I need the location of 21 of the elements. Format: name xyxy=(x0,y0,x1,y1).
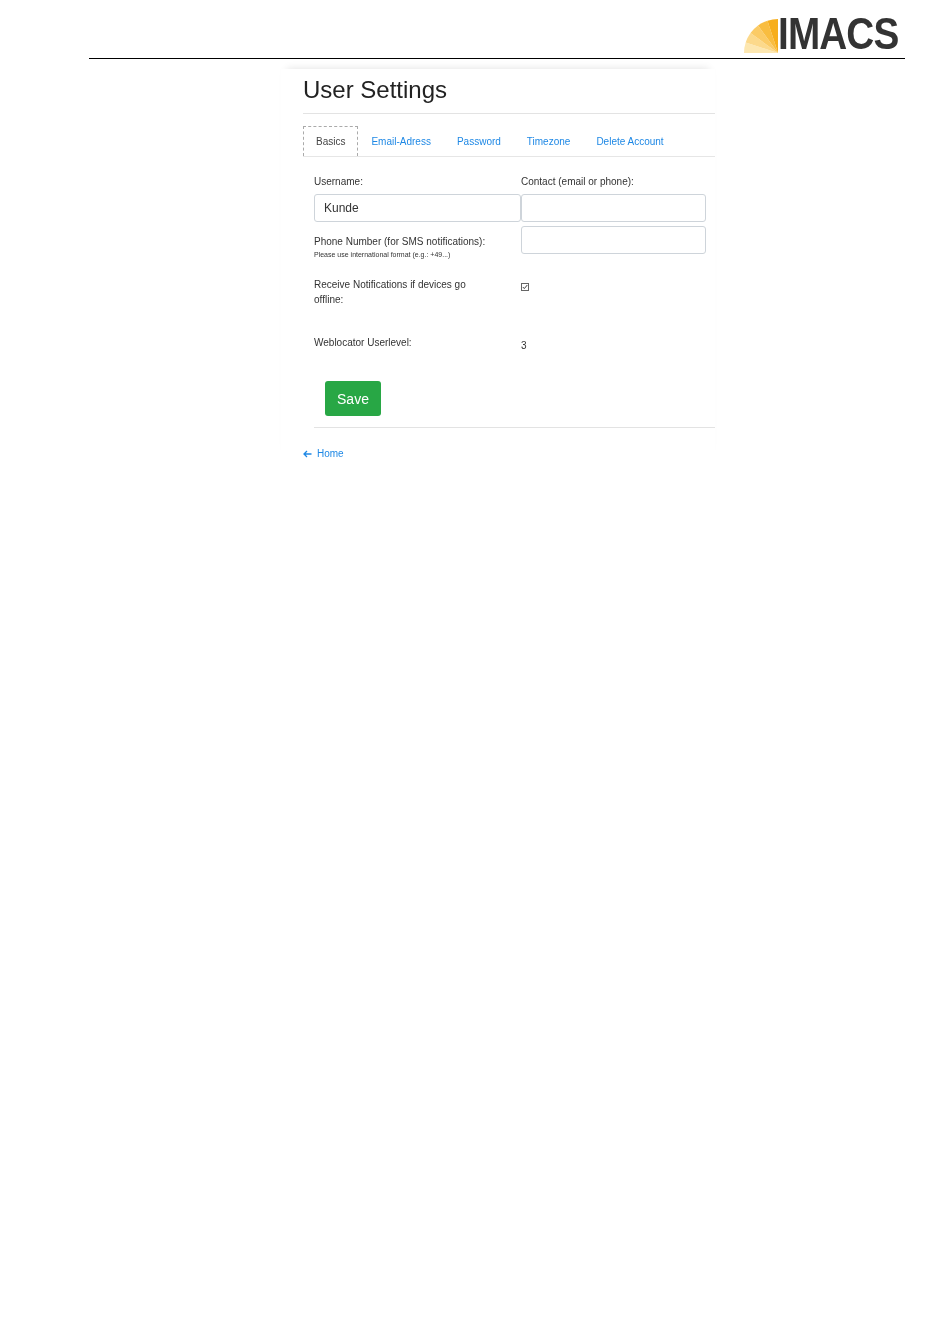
logo-text: IMACS xyxy=(778,15,899,53)
tab[interactable]: Timezone xyxy=(513,126,584,156)
userlevel-value: 3 xyxy=(521,340,527,351)
field-label: Weblocator Userlevel: xyxy=(314,336,413,350)
tab[interactable]: Basics xyxy=(303,126,359,156)
page-title: User Settings xyxy=(303,75,449,105)
checkbox[interactable] xyxy=(521,283,529,291)
tab[interactable]: Delete Account xyxy=(583,126,677,156)
field-label: Contact (email or phone): xyxy=(521,175,635,189)
field-label: Phone Number (for SMS notifications): xyxy=(314,235,487,249)
text-field[interactable]: Kunde xyxy=(314,194,521,222)
logo-fan-icon xyxy=(743,17,779,53)
tab[interactable]: Password xyxy=(443,126,514,156)
home-link[interactable]: Home xyxy=(303,448,344,459)
text-field[interactable] xyxy=(521,226,706,254)
save-button[interactable]: Save xyxy=(325,381,381,416)
tab[interactable]: Email-Adress xyxy=(358,126,444,156)
field-label: Username: xyxy=(314,175,364,189)
arrow-left-icon xyxy=(303,449,312,458)
field-label: Receive Notifications if devices go offline: xyxy=(314,278,467,307)
text-field[interactable] xyxy=(521,194,706,222)
